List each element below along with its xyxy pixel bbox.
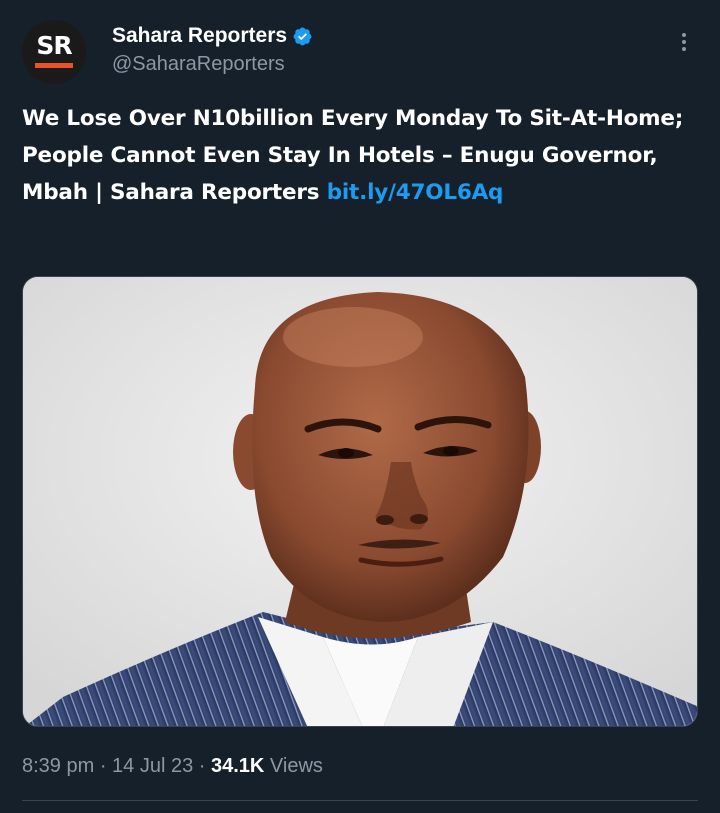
- tweet-time[interactable]: 8:39 pm: [22, 755, 94, 777]
- avatar[interactable]: SR: [22, 20, 86, 84]
- tweet-link[interactable]: bit.ly/47OL6Aq: [327, 180, 504, 205]
- tweet-photo[interactable]: [22, 276, 698, 727]
- meta-separator: ·: [193, 755, 211, 777]
- tweet[interactable]: SR Sahara Reporters @SaharaReporters We …: [0, 0, 720, 813]
- views-count[interactable]: 34.1K: [211, 755, 264, 777]
- views-label: Views: [264, 755, 323, 777]
- display-name[interactable]: Sahara Reporters: [112, 22, 287, 50]
- portrait-photo-icon: [23, 277, 697, 726]
- meta-separator: ·: [94, 755, 113, 777]
- avatar-logo-bar: [35, 63, 73, 68]
- verified-badge-icon: [292, 26, 313, 47]
- tweet-text: We Lose Over N10billion Every Monday To …: [22, 100, 698, 211]
- divider: [22, 800, 698, 801]
- tweet-date[interactable]: 14 Jul 23: [112, 755, 193, 777]
- more-options-icon[interactable]: [674, 30, 694, 58]
- name-row[interactable]: Sahara Reporters: [112, 22, 313, 50]
- tweet-header: SR Sahara Reporters @SaharaReporters: [22, 20, 698, 84]
- handle[interactable]: @SaharaReporters: [112, 51, 285, 77]
- tweet-meta: 8:39 pm · 14 Jul 23 · 34.1K Views: [22, 752, 323, 780]
- avatar-logo-text: SR: [36, 31, 72, 60]
